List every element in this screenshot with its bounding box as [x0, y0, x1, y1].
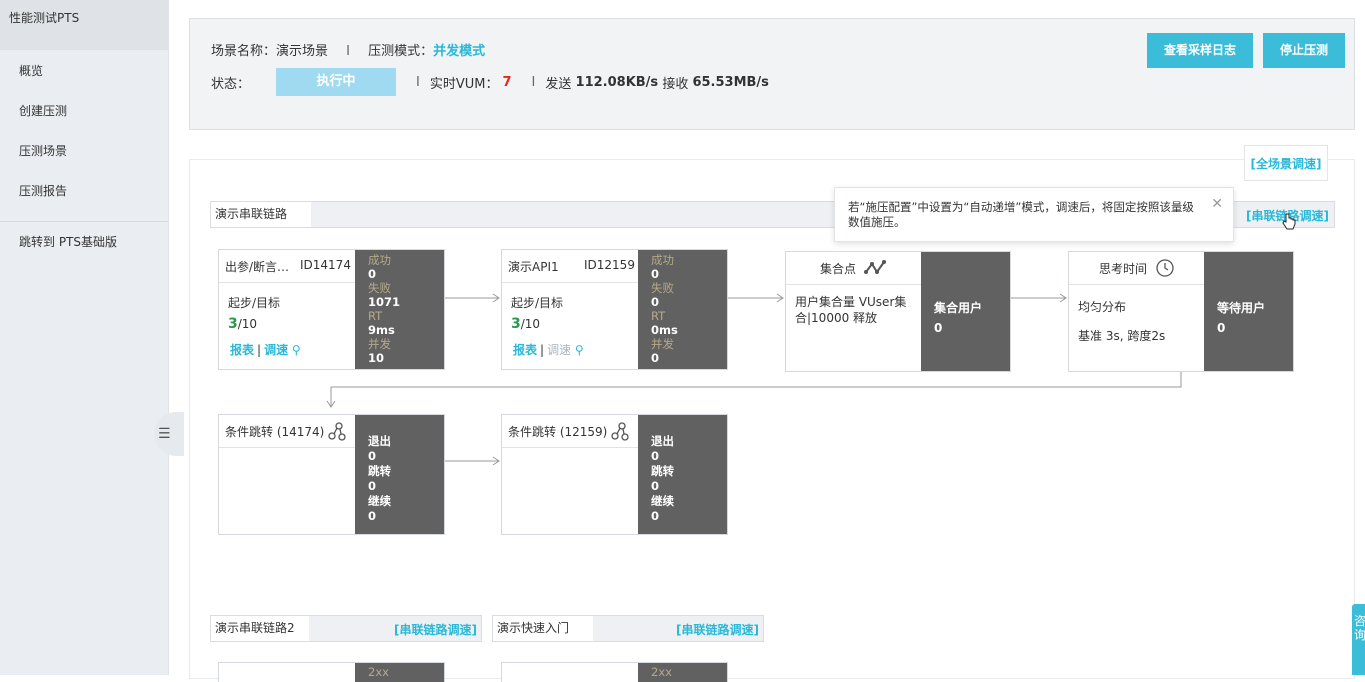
- chain-name: 演示快速入门: [493, 616, 593, 641]
- chain-name: 演示串联链路2: [211, 616, 309, 641]
- speed-adjust-tooltip: 若“施压配置”中设置为“自动递增”模式，调速后，将固定按照该量级数值施压。 ✕: [834, 187, 1234, 242]
- flow-connectors: [326, 293, 1182, 466]
- chain-bar: 演示快速入门 [串联链路调速]: [492, 615, 764, 642]
- chain-adjust-link[interactable]: [串联链路调速]: [676, 621, 759, 638]
- stat-label: 2xx: [638, 663, 727, 682]
- stat-label: 2xx: [355, 663, 444, 682]
- consult-side-tab[interactable]: 咨询: [1352, 604, 1365, 675]
- pointer-cursor-icon: [1282, 213, 1296, 230]
- api-node-partial[interactable]: 2xx: [218, 662, 445, 682]
- close-icon[interactable]: ✕: [1211, 197, 1223, 212]
- chain-bar: 演示串联链路2 [串联链路调速]: [210, 615, 482, 642]
- chain-adjust-link[interactable]: [串联链路调速]: [394, 621, 477, 638]
- api-node-partial[interactable]: 2xx: [501, 662, 728, 682]
- tooltip-text: 若“施压配置”中设置为“自动递增”模式，调速后，将固定按照该量级数值施压。: [848, 200, 1194, 229]
